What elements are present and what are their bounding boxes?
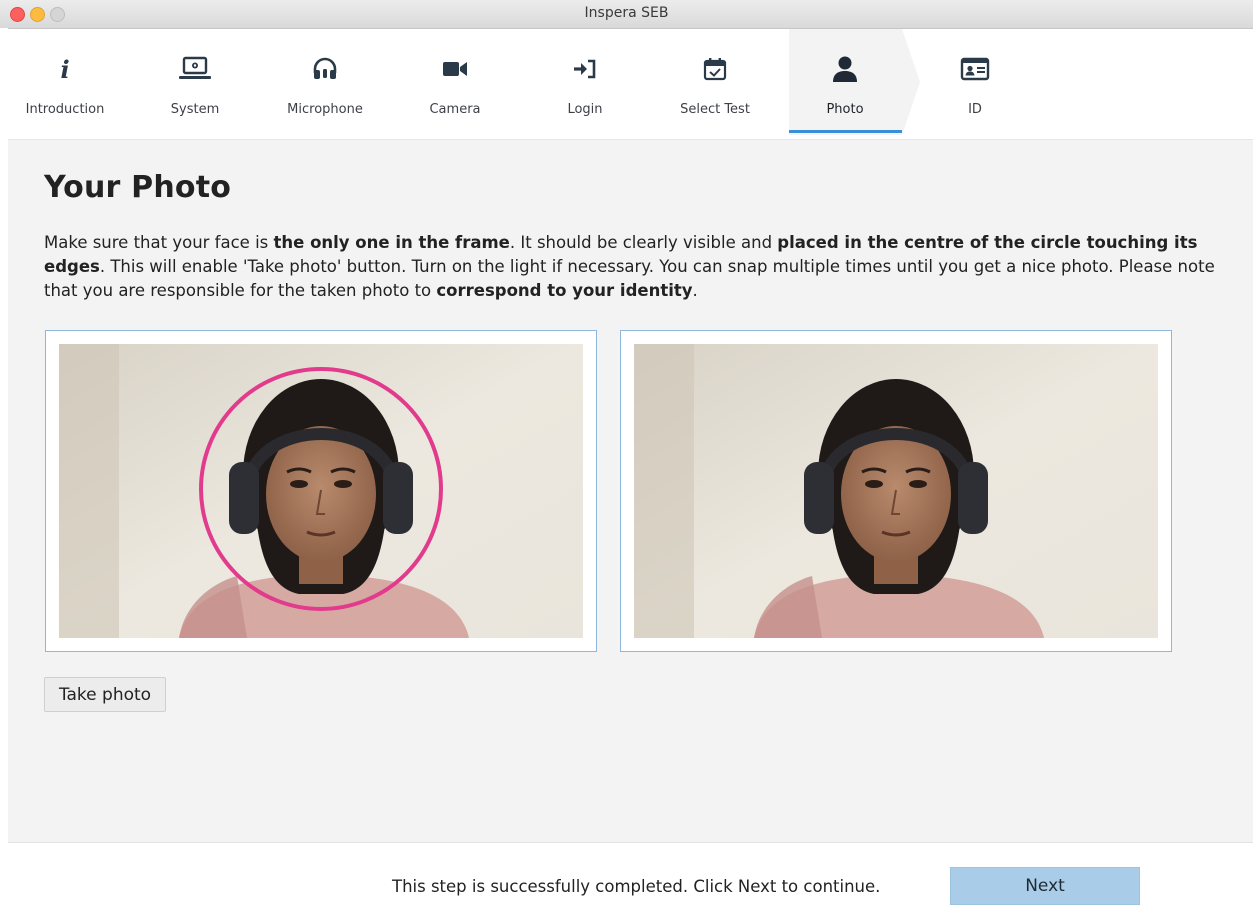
step-navigation: i Introduction System Microphone Camera … bbox=[8, 29, 1253, 140]
step-photo[interactable]: Photo bbox=[782, 29, 908, 135]
user-icon bbox=[782, 55, 908, 83]
headset-icon bbox=[262, 55, 388, 83]
laptop-gear-icon bbox=[132, 55, 258, 83]
camera-feed-image bbox=[59, 344, 583, 638]
step-label: Select Test bbox=[680, 102, 750, 117]
step-system[interactable]: System bbox=[132, 29, 258, 135]
window-titlebar: Inspera SEB bbox=[0, 0, 1253, 29]
next-button[interactable]: Next bbox=[950, 867, 1140, 905]
instructions-emphasis: correspond to your identity bbox=[436, 281, 693, 300]
step-microphone[interactable]: Microphone bbox=[262, 29, 388, 135]
video-camera-icon bbox=[392, 55, 518, 83]
instructions-text: Make sure that your face is the only one… bbox=[44, 231, 1234, 303]
step-label: System bbox=[170, 102, 220, 117]
take-photo-button[interactable]: Take photo bbox=[44, 677, 166, 712]
step-label: Login bbox=[567, 102, 603, 117]
step-label: Microphone bbox=[287, 102, 363, 117]
captured-photo-image bbox=[634, 344, 1158, 638]
step-label: Photo bbox=[826, 102, 864, 117]
step-login[interactable]: Login bbox=[522, 29, 648, 135]
instructions-part: . bbox=[692, 281, 698, 300]
calendar-check-icon bbox=[652, 55, 778, 83]
step-label: Introduction bbox=[25, 102, 105, 117]
step-id[interactable]: ID bbox=[912, 29, 1038, 135]
window-title: Inspera SEB bbox=[584, 5, 669, 21]
sign-in-icon bbox=[522, 55, 648, 83]
status-message: This step is successfully completed. Cli… bbox=[392, 877, 881, 896]
footer-bar: This step is successfully completed. Cli… bbox=[8, 842, 1253, 919]
page-title: Your Photo bbox=[44, 170, 232, 205]
live-camera-preview bbox=[45, 330, 597, 652]
instructions-part: Make sure that your face is bbox=[44, 233, 274, 252]
captured-photo-preview bbox=[620, 330, 1172, 652]
step-introduction[interactable]: i Introduction bbox=[2, 29, 128, 135]
info-icon: i bbox=[60, 54, 70, 84]
instructions-emphasis: the only one in the frame bbox=[273, 233, 510, 252]
step-camera[interactable]: Camera bbox=[392, 29, 518, 135]
instructions-part: . It should be clearly visible and bbox=[509, 233, 778, 252]
step-label: Camera bbox=[429, 102, 481, 117]
id-card-icon bbox=[912, 55, 1038, 83]
window-edge bbox=[0, 28, 8, 918]
active-step-indicator bbox=[789, 130, 902, 133]
step-select-test[interactable]: Select Test bbox=[652, 29, 778, 135]
step-label: ID bbox=[968, 102, 982, 117]
main-content: Your Photo Make sure that your face is t… bbox=[8, 140, 1253, 842]
